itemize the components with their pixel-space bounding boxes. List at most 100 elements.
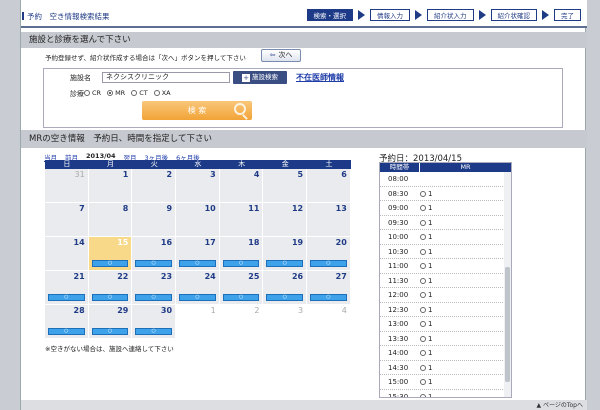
modality-mr[interactable]: MR bbox=[107, 89, 125, 97]
slot-choice[interactable]: 1 bbox=[420, 216, 511, 230]
slot-choice[interactable]: 1 bbox=[420, 259, 511, 273]
vacancy-button[interactable]: ○ bbox=[135, 260, 173, 267]
calendar-day[interactable]: 28 ○ bbox=[45, 305, 89, 339]
page-title: 予約 空き情報検索結果 bbox=[22, 12, 110, 21]
slot-choice[interactable]: 1 bbox=[420, 390, 511, 397]
day-number: 12 bbox=[291, 204, 304, 213]
slot-choice[interactable]: 1 bbox=[420, 375, 511, 389]
vacancy-button[interactable]: ○ bbox=[266, 260, 304, 267]
calendar-day[interactable]: 29 ○ bbox=[88, 305, 133, 339]
slot-choice[interactable]: 1 bbox=[420, 361, 511, 375]
day-number: 10 bbox=[204, 204, 216, 213]
slot-rows: 08:00 08:30 1 09:00 1 09:30 1 10:00 1 10:30 1 11:00… bbox=[380, 172, 511, 397]
calendar-day[interactable]: 16 ○ bbox=[132, 237, 177, 271]
calendar-day[interactable]: 30 ○ bbox=[132, 305, 177, 339]
vacancy-button[interactable]: ○ bbox=[179, 260, 216, 267]
radio-icon[interactable] bbox=[420, 350, 426, 356]
slot-time: 13:00 bbox=[388, 320, 409, 328]
radio-icon[interactable] bbox=[420, 306, 426, 313]
vacancy-button[interactable]: ○ bbox=[48, 294, 85, 301]
slot-choice[interactable]: 1 bbox=[420, 346, 511, 360]
slot-time: 12:00 bbox=[388, 291, 409, 299]
scrollbar-thumb[interactable] bbox=[505, 267, 510, 382]
vacancy-button[interactable]: ○ bbox=[91, 260, 129, 267]
calendar-day[interactable]: 21 ○ bbox=[45, 271, 89, 305]
calendar-day: 3 bbox=[176, 169, 220, 203]
radio-icon[interactable] bbox=[420, 379, 426, 385]
calendar-day: 14 bbox=[45, 237, 89, 271]
radio-icon[interactable] bbox=[420, 205, 426, 211]
calendar-day[interactable]: 27 ○ bbox=[307, 271, 351, 305]
radio-icon bbox=[131, 90, 138, 96]
modality-ct[interactable]: CT bbox=[131, 89, 148, 97]
next-button-label: 次へ bbox=[278, 51, 293, 59]
slot-choice[interactable]: 1 bbox=[420, 274, 511, 288]
calendar-day[interactable]: 23 ○ bbox=[132, 271, 177, 305]
radio-icon[interactable] bbox=[420, 190, 426, 197]
slot-choice[interactable]: 1 bbox=[420, 230, 511, 244]
radio-icon[interactable] bbox=[420, 234, 426, 240]
slot-time: 11:30 bbox=[388, 276, 409, 285]
vacancy-button[interactable]: ○ bbox=[266, 294, 304, 301]
facility-search-button[interactable]: + 施設検索 bbox=[233, 71, 287, 84]
vacancy-button[interactable]: ○ bbox=[91, 294, 129, 301]
calendar-day[interactable]: 17 ○ bbox=[176, 237, 220, 271]
vacancy-button[interactable]: ○ bbox=[91, 328, 129, 335]
search-button[interactable]: 検 索 bbox=[142, 101, 252, 120]
radio-icon[interactable] bbox=[420, 364, 426, 371]
radio-icon[interactable] bbox=[420, 321, 426, 327]
radio-icon[interactable] bbox=[420, 263, 426, 269]
day-number: 1 bbox=[210, 306, 216, 315]
slot-choice[interactable]: 1 bbox=[420, 187, 511, 201]
calendar-day[interactable]: 25 ○ bbox=[219, 271, 264, 305]
day-number: 20 bbox=[335, 238, 347, 247]
next-button[interactable]: ⇦ 次へ bbox=[261, 49, 301, 62]
facility-label: 施設名 bbox=[70, 74, 91, 82]
slot-choice[interactable]: 1 bbox=[420, 303, 511, 317]
step-info-input: 情報入力 bbox=[370, 9, 410, 21]
modality-xa[interactable]: XA bbox=[153, 89, 171, 97]
vacancy-button[interactable]: ○ bbox=[310, 294, 347, 301]
calendar-note: ※空きがない場合は、施設へ連絡して下さい bbox=[45, 345, 174, 353]
vacancy-button[interactable]: ○ bbox=[179, 294, 216, 301]
slot-choice[interactable]: 1 bbox=[420, 317, 511, 331]
slot-row: 09:00 1 bbox=[380, 201, 511, 216]
absent-doctor-link[interactable]: 不在医師情報 bbox=[296, 72, 344, 83]
modality-cr[interactable]: CR bbox=[84, 89, 101, 97]
vacancy-button[interactable]: ○ bbox=[222, 260, 260, 267]
calendar-day[interactable]: 15 ○ bbox=[88, 237, 133, 271]
radio-icon[interactable] bbox=[420, 335, 426, 342]
calendar-day[interactable]: 22 ○ bbox=[88, 271, 133, 305]
slot-row: 15:00 1 bbox=[380, 375, 511, 390]
calendar-day[interactable]: 20 ○ bbox=[307, 237, 351, 271]
calendar-day[interactable]: 24 ○ bbox=[176, 271, 220, 305]
vacancy-button[interactable]: ○ bbox=[135, 328, 173, 335]
slot-scrollbar[interactable] bbox=[504, 172, 511, 397]
vacancy-button[interactable]: ○ bbox=[135, 294, 173, 301]
slot-row: 11:00 1 bbox=[380, 259, 511, 274]
slot-row: 12:00 1 bbox=[380, 288, 511, 303]
slot-choice[interactable]: 1 bbox=[420, 288, 511, 302]
page-top-link[interactable]: ▲ ページのTopへ bbox=[536, 400, 583, 409]
slot-choice[interactable]: 1 bbox=[420, 245, 511, 259]
calendar-day[interactable]: 18 ○ bbox=[219, 237, 264, 271]
vacancy-button[interactable]: ○ bbox=[310, 260, 347, 267]
radio-icon[interactable] bbox=[420, 277, 426, 284]
slot-time: 14:30 bbox=[388, 363, 409, 372]
day-number: 25 bbox=[248, 272, 260, 281]
slot-choice[interactable]: 1 bbox=[420, 201, 511, 215]
radio-icon[interactable] bbox=[420, 292, 426, 298]
calendar-day[interactable]: 19 ○ bbox=[263, 237, 308, 271]
slot-choice[interactable]: 1 bbox=[420, 332, 511, 346]
vacancy-button[interactable]: ○ bbox=[222, 294, 260, 301]
slot-choice bbox=[420, 172, 511, 186]
calendar-day[interactable]: 26 ○ bbox=[263, 271, 308, 305]
modality-radio-group: CR MR CT XA bbox=[84, 89, 171, 97]
radio-icon[interactable] bbox=[420, 219, 426, 226]
radio-icon[interactable] bbox=[420, 393, 426, 397]
facility-input[interactable]: ネクシスクリニック bbox=[102, 72, 230, 83]
top-bar: 予約 空き情報検索結果 検索・選択 情報入力 紹介状入力 紹介状確認 完了 bbox=[21, 0, 587, 28]
step-arrow-icon bbox=[542, 10, 549, 20]
vacancy-button[interactable]: ○ bbox=[48, 328, 85, 335]
radio-icon[interactable] bbox=[420, 248, 426, 255]
